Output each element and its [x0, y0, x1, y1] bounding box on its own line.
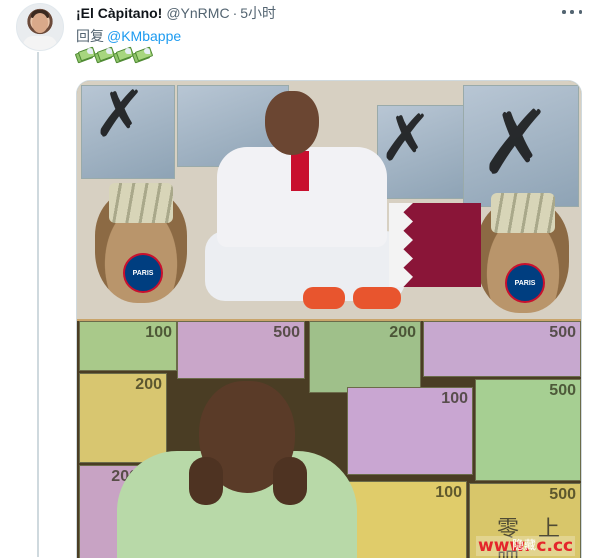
money-with-wings-icon: [93, 46, 116, 64]
banknote-value: 100: [435, 484, 462, 501]
meme-top-panel: ✗ ✗ ✗ PARIS PARIS: [77, 81, 581, 319]
cross-out-mark: ✗: [93, 80, 147, 152]
banknote-value: 500: [549, 486, 576, 503]
moneybag-right: PARIS: [477, 193, 569, 313]
display-name[interactable]: ¡El Càpitano!: [76, 5, 162, 21]
thinking-boy: [117, 381, 357, 558]
banknote-value: 100: [441, 390, 468, 407]
banknote-value: 500: [549, 382, 576, 399]
qatar-flag: [389, 203, 481, 287]
cross-out-mark: ✗: [479, 91, 553, 194]
user-handle[interactable]: @YnRMC: [166, 5, 229, 21]
banknote: 100: [347, 387, 473, 475]
seated-player: [195, 91, 415, 313]
hide-label[interactable]: 隐藏: [512, 536, 536, 553]
tweet-header: ¡El Càpitano! @YnRMC · 5小时: [76, 4, 276, 22]
banknote: 100: [79, 321, 177, 371]
psg-logo: PARIS: [123, 253, 163, 293]
timestamp[interactable]: 5小时: [240, 3, 276, 23]
more-options-icon[interactable]: [562, 4, 582, 20]
banknote: 500: [475, 379, 581, 481]
avatar-face: [32, 13, 48, 33]
reply-context: 回复 @KMbappe: [76, 26, 181, 46]
reply-mention-link[interactable]: @KMbappe: [107, 28, 181, 44]
banknote-value: 500: [549, 324, 576, 341]
money-with-wings-icon: [131, 46, 154, 64]
banknote-value: 200: [389, 324, 416, 341]
banknote-value: 100: [145, 324, 172, 341]
psg-logo: PARIS: [505, 263, 545, 303]
thread-line: [37, 52, 39, 557]
banknote: 500: [177, 321, 305, 379]
money-with-wings-icon: [74, 46, 97, 64]
moneybag-left: PARIS: [95, 183, 187, 303]
banknote-value: 500: [273, 324, 300, 341]
separator-dot: ·: [232, 5, 238, 21]
tweet-media-image[interactable]: ✗ ✗ ✗ PARIS PARIS 100 500 200 500 200 10…: [76, 80, 582, 558]
avatar[interactable]: [16, 3, 64, 51]
reply-prefix: 回复: [76, 28, 104, 44]
emoji-row: [74, 46, 154, 64]
avatar-shirt: [23, 36, 57, 50]
money-with-wings-icon: [112, 46, 135, 64]
banknote: 500: [423, 321, 581, 377]
